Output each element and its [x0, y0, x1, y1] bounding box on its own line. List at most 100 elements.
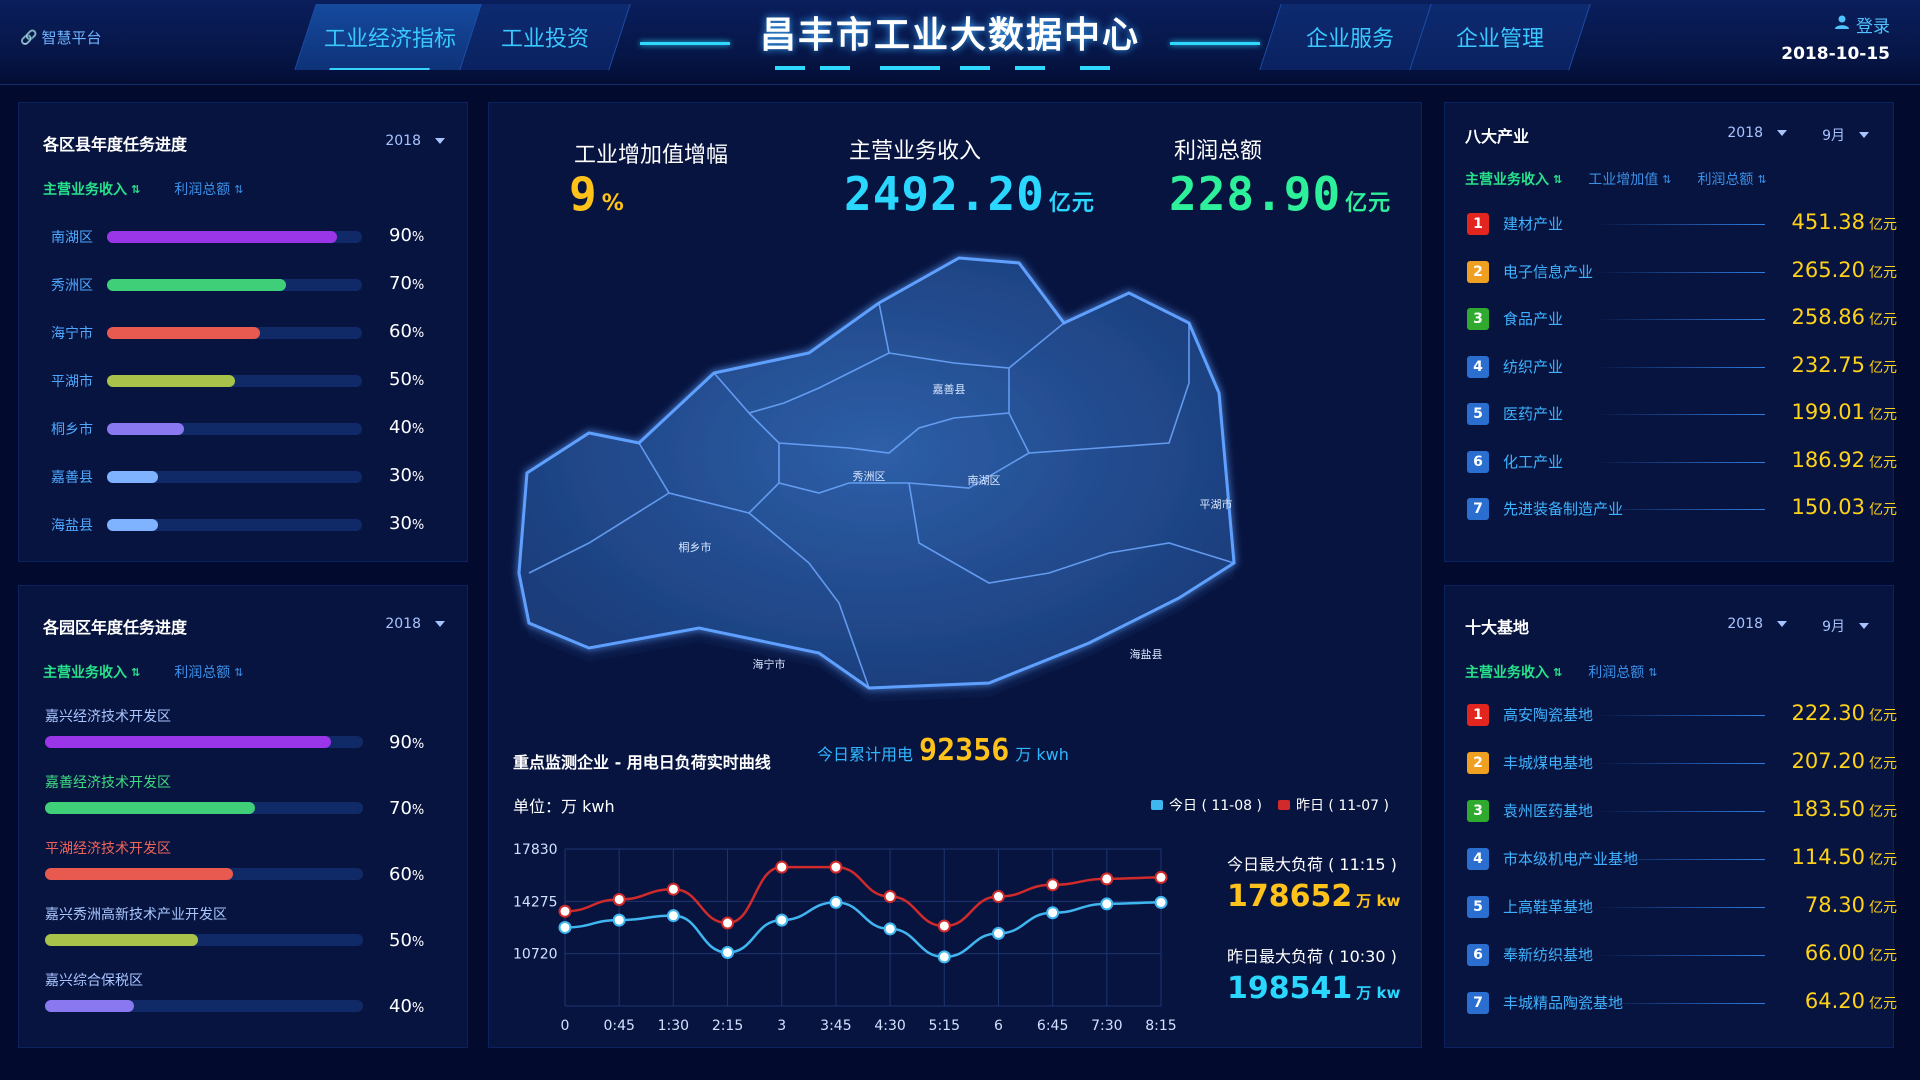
monitor-title: 重点监测企业 - 用电日负荷实时曲线 [513, 753, 771, 772]
caret-down-icon [435, 138, 445, 144]
rank-value-number: 207.20 [1791, 749, 1865, 773]
park-row[interactable]: 嘉善经济技术开发区 70% [19, 772, 459, 832]
today-power: 今日累计用电 92356 万 kwh [817, 733, 1069, 768]
kpi-number: 2492.20 [844, 167, 1045, 221]
data-point-yesterday [721, 916, 735, 930]
rank-name: 电子信息产业 [1503, 262, 1594, 281]
month-select[interactable]: 9月 [1822, 616, 1869, 636]
rank-value-unit: 亿元 [1869, 359, 1897, 376]
rank-row[interactable]: 1 建材产业 451.38 亿元 [1445, 210, 1905, 240]
rank-row[interactable]: 7 丰城精品陶瓷基地 64.20 亿元 [1445, 989, 1905, 1019]
login-button[interactable]: 登录 [1834, 12, 1890, 37]
tab-total-profit[interactable]: 利润总额 ⇅ [174, 179, 243, 199]
rank-badge: 3 [1467, 308, 1489, 330]
title-area: 昌丰市工业大数据中心 [640, 0, 1260, 84]
rank-value: 150.03 亿元 [1792, 495, 1897, 519]
rank-divider [1595, 319, 1765, 320]
tab-total-profit[interactable]: 利润总额 ⇅ [1697, 169, 1766, 189]
percent-sign: % [411, 1001, 425, 1016]
district-row[interactable]: 海宁市 60% [19, 321, 439, 345]
rank-badge: 7 [1467, 498, 1489, 520]
progress-track [107, 231, 362, 243]
tab-total-profit[interactable]: 利润总额 ⇅ [1588, 662, 1657, 682]
title-deco-dash [775, 66, 805, 70]
rank-name: 建材产业 [1503, 215, 1564, 233]
rank-row[interactable]: 5 医药产业 199.01 亿元 [1445, 400, 1905, 430]
park-row[interactable]: 嘉兴经济技术开发区 90% [19, 706, 459, 766]
percent-number: 60 [389, 864, 412, 885]
rank-row[interactable]: 4 纺织产业 232.75 亿元 [1445, 353, 1905, 383]
district-row[interactable]: 南湖区 90% [19, 225, 439, 249]
tab-main-revenue[interactable]: 主营业务收入 ⇅ [1465, 662, 1562, 682]
load-line-chart: 17830 14275 10720 0 0:45 1:30 2:15 3 3:45 4:30 5:1… [513, 842, 1177, 1034]
rank-name: 高安陶瓷基地 [1503, 706, 1594, 724]
data-point-today [991, 926, 1005, 940]
rank-row[interactable]: 7 先进装备制造产业 150.03 亿元 [1445, 495, 1905, 525]
data-point-today [1100, 897, 1114, 911]
rank-row[interactable]: 6 化工产业 186.92 亿元 [1445, 448, 1905, 478]
metric-tabs: 主营业务收入 ⇅ 利润总额 ⇅ [43, 179, 243, 199]
rank-row[interactable]: 5 上高鞋革基地 78.30 亿元 [1445, 893, 1905, 923]
page-title: 昌丰市工业大数据中心 [759, 15, 1140, 56]
park-row[interactable]: 嘉兴秀洲高新技术产业开发区 50% [19, 904, 459, 964]
y-tick-label: 10720 [513, 947, 558, 963]
year-select[interactable]: 2018 [385, 616, 445, 632]
rank-row[interactable]: 1 高安陶瓷基地 222.30 亿元 [1445, 701, 1905, 731]
max-load-number: 178652 [1227, 879, 1353, 914]
x-tick-label: 0 [561, 1018, 570, 1034]
tab-main-revenue[interactable]: 主营业务收入 ⇅ [1465, 169, 1562, 189]
percent-number: 30 [389, 465, 412, 486]
percent-sign: % [411, 230, 425, 245]
district-row[interactable]: 海盐县 30% [19, 513, 439, 537]
rank-row[interactable]: 2 丰城煤电基地 207.20 亿元 [1445, 749, 1905, 779]
year-value: 2018 [385, 133, 421, 149]
district-row[interactable]: 嘉善县 30% [19, 465, 439, 489]
year-select[interactable]: 2018 [1727, 125, 1787, 141]
nav-tab-enterprise-management[interactable]: 企业管理 [1409, 4, 1591, 70]
today-power-label: 今日累计用电 [817, 745, 914, 764]
percent-sign: % [411, 422, 425, 437]
year-select[interactable]: 2018 [1727, 616, 1787, 632]
month-select[interactable]: 9月 [1822, 125, 1869, 145]
park-row[interactable]: 嘉兴综合保税区 40% [19, 970, 459, 1030]
rank-row[interactable]: 2 电子信息产业 265.20 亿元 [1445, 258, 1905, 288]
percent-number: 40 [389, 996, 412, 1017]
tab-label: 主营业务收入 [43, 665, 127, 681]
link-icon: 🔗 [20, 29, 38, 46]
year-select[interactable]: 2018 [385, 133, 445, 149]
nav-tab-industry-indicators[interactable]: 工业经济指标 [294, 4, 486, 70]
rank-row[interactable]: 3 食品产业 258.86 亿元 [1445, 305, 1905, 335]
caret-down-icon [1777, 621, 1787, 627]
park-name: 嘉善经济技术开发区 [45, 775, 171, 791]
rank-value: 232.75 亿元 [1792, 353, 1897, 377]
district-row[interactable]: 桐乡市 40% [19, 417, 439, 441]
rank-row[interactable]: 3 袁州医药基地 183.50 亿元 [1445, 797, 1905, 827]
tab-label: 工业增加值 [1588, 172, 1659, 188]
progress-percent: 40% [389, 996, 424, 1017]
tab-value-added[interactable]: 工业增加值 ⇅ [1588, 169, 1671, 189]
district-row[interactable]: 秀洲区 70% [19, 273, 439, 297]
platform-label: 智慧平台 [41, 29, 102, 47]
rank-badge: 7 [1467, 992, 1489, 1014]
metric-tabs: 主营业务收入 ⇅ 工业增加值 ⇅ 利润总额 ⇅ [1465, 169, 1767, 189]
district-row[interactable]: 平湖市 50% [19, 369, 439, 393]
park-row[interactable]: 平湖经济技术开发区 60% [19, 838, 459, 898]
platform-link[interactable]: 🔗 智慧平台 [20, 27, 101, 48]
district-name: 海盐县 [51, 518, 93, 534]
progress-fill [107, 471, 158, 483]
legend-item-today[interactable]: 今日 ( 11-08 ) [1151, 795, 1262, 815]
legend-item-yesterday[interactable]: 昨日 ( 11-07 ) [1277, 795, 1389, 815]
sort-icon: ⇅ [131, 665, 141, 679]
percent-number: 50 [389, 930, 412, 951]
rank-row[interactable]: 6 奉新纺织基地 66.00 亿元 [1445, 941, 1905, 971]
tab-main-revenue[interactable]: 主营业务收入 ⇅ [43, 179, 140, 199]
tab-main-revenue[interactable]: 主营业务收入 ⇅ [43, 662, 140, 682]
tab-total-profit[interactable]: 利润总额 ⇅ [174, 662, 243, 682]
rank-value-unit: 亿元 [1869, 804, 1897, 820]
rank-divider [1595, 907, 1765, 908]
rank-value-number: 186.92 [1791, 447, 1865, 472]
park-name: 嘉兴秀洲高新技术产业开发区 [45, 907, 227, 923]
x-tick-label: 0:45 [603, 1018, 634, 1034]
nav-tab-industry-investment[interactable]: 工业投资 [459, 4, 631, 70]
rank-row[interactable]: 4 市本级机电产业基地 114.50 亿元 [1445, 845, 1905, 875]
